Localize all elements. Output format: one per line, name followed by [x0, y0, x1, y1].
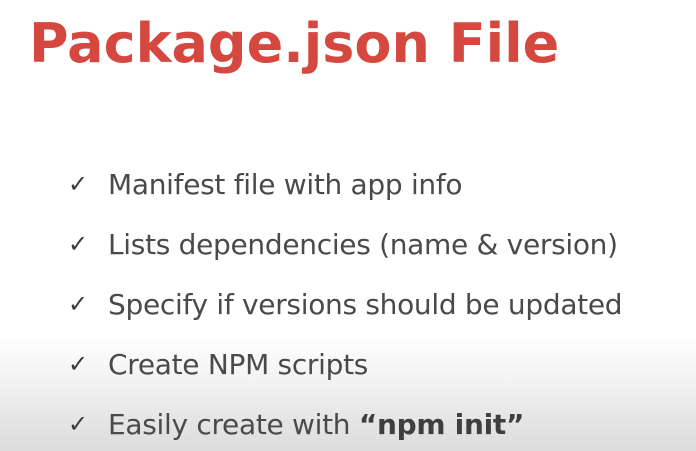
bullet-text-prefix: Easily create with: [108, 407, 359, 441]
bullet-item: ✓ Lists dependencies (name & version): [68, 214, 622, 274]
bullet-text: Create NPM scripts: [108, 347, 369, 381]
bullet-item: ✓ Create NPM scripts: [68, 334, 622, 394]
check-icon: ✓: [68, 230, 89, 258]
bullet-text: Lists dependencies (name & version): [108, 227, 618, 261]
bullet-item: ✓ Specify if versions should be updated: [68, 274, 623, 334]
bullet-text: Manifest file with app info: [108, 167, 463, 201]
bullet-text: Easily create with “npm init”: [108, 408, 524, 441]
bullet-item: ✓ Manifest file with app info: [68, 154, 622, 214]
bullet-item: ✓ Easily create with “npm init”: [68, 394, 622, 451]
check-icon: ✓: [68, 170, 89, 198]
bullet-list: ✓ Manifest file with app info ✓ Lists de…: [68, 154, 623, 451]
check-icon: ✓: [68, 350, 89, 378]
bullet-text: Specify if versions should be updated: [108, 287, 623, 321]
check-icon: ✓: [68, 410, 89, 438]
slide-title: Package.json File: [29, 12, 560, 75]
npm-init-command: “npm init”: [358, 407, 525, 441]
presentation-slide: Package.json File ✓ Manifest file with a…: [0, 0, 696, 451]
check-icon: ✓: [68, 290, 89, 318]
